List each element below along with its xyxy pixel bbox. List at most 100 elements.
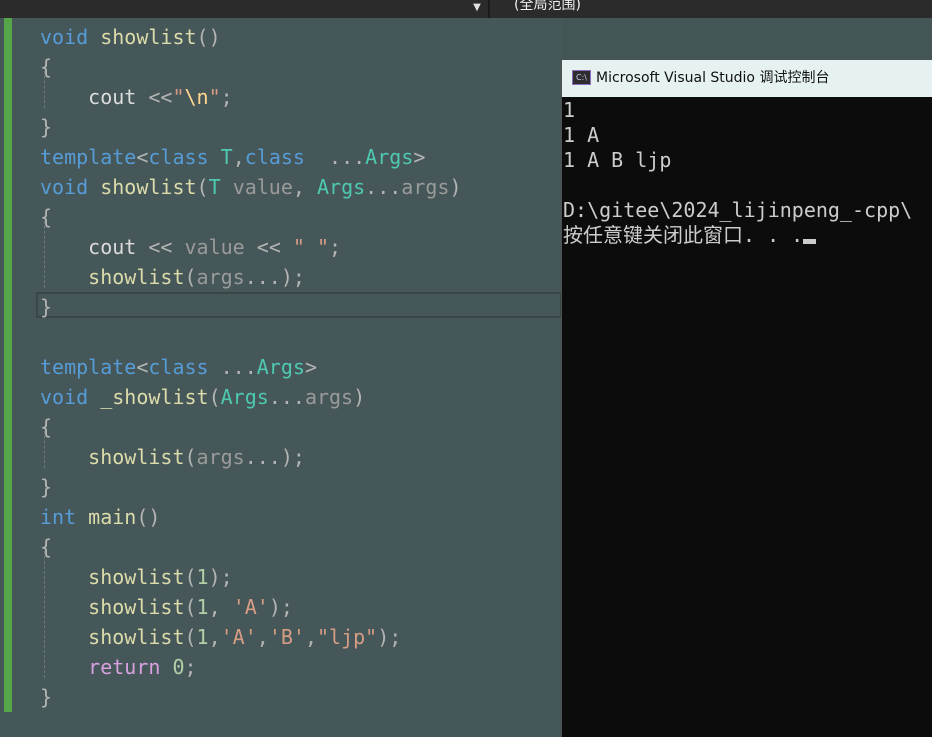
code-line[interactable]: template<class T,class ...Args> [40,142,425,172]
code-token: 'A' [232,595,269,619]
code-token: () [136,505,161,529]
code-line[interactable]: { [40,52,52,82]
code-token: value [232,175,293,199]
code-token: return [88,655,161,679]
code-token: args [196,265,245,289]
code-token: showlist [100,175,197,199]
code-line[interactable]: } [40,292,52,322]
code-token: 'B' [268,625,305,649]
console-title: Microsoft Visual Studio 调试控制台 [596,70,830,86]
code-token: cout [40,235,149,259]
code-token: class [148,355,209,379]
console-output-line: D:\gitee\2024_lijinpeng_-cpp\ [563,198,912,223]
code-token: showlist [88,625,185,649]
code-token: Args [365,145,414,169]
code-token: ; [329,235,342,259]
console-output-text: 1 A B ljp [563,148,672,172]
code-token: << [148,235,173,259]
code-token: , [208,595,233,619]
code-line[interactable]: { [40,412,52,442]
code-line[interactable]: showlist(args...); [40,262,305,292]
scope-dropdown[interactable]: (全局范围) [514,0,581,13]
code-token: T [208,175,221,199]
code-token: ( [184,595,197,619]
console-titlebar[interactable]: C:\ Microsoft Visual Studio 调试控制台 [562,60,932,97]
code-line[interactable]: return 0; [40,652,197,682]
code-line[interactable]: void showlist(T value, Args...args) [40,172,462,202]
code-token: showlist [88,265,185,289]
code-editor[interactable]: void showlist(){ cout <<"\n";} template<c… [0,18,562,737]
code-token: main [88,505,137,529]
console-output-line: 1 [563,98,575,123]
code-token: ( [196,175,209,199]
code-token: < [136,145,149,169]
code-token: cout [40,85,149,109]
code-line[interactable]: showlist(args...); [40,442,305,472]
current-line-highlight [36,292,562,318]
code-token: _showlist [100,385,209,409]
code-token: " " [292,235,330,259]
code-line[interactable]: void showlist() [40,22,221,52]
code-token: } [40,475,53,499]
chevron-down-icon[interactable]: ▼ [470,1,484,15]
code-line[interactable]: void _showlist(Args...args) [40,382,365,412]
code-token: < [136,355,149,379]
code-token: void [40,385,89,409]
code-token: "ljp" [316,625,378,649]
debug-console-window[interactable]: C:\ Microsoft Visual Studio 调试控制台 11 A1 … [561,60,932,737]
code-token: ( [184,625,197,649]
code-line[interactable]: cout << value << " "; [40,232,341,262]
code-token: { [40,415,53,439]
code-token: ( [208,385,221,409]
toolbar-divider [488,0,490,18]
code-line[interactable]: cout <<"\n"; [40,82,233,112]
code-token: ); [268,595,293,619]
code-token: 1 [196,565,209,589]
code-token: ); [208,565,233,589]
text-cursor [803,239,817,244]
code-token: " [172,85,185,109]
code-line[interactable]: } [40,682,52,712]
code-token: ... [365,175,402,199]
code-token: ( [184,265,197,289]
code-token: << [148,85,173,109]
code-token: showlist [100,25,197,49]
code-line[interactable]: { [40,202,52,232]
code-token: template [40,145,137,169]
code-token: args [304,385,354,409]
code-token: 1 [196,595,209,619]
code-line[interactable]: { [40,532,52,562]
code-token: args [196,445,245,469]
code-token: showlist [88,565,185,589]
code-token: ) [353,385,366,409]
code-token: 1 [196,625,209,649]
code-token: { [40,55,53,79]
code-line[interactable]: showlist(1, 'A'); [40,592,293,622]
code-token: ... [268,385,305,409]
code-line[interactable]: int main() [40,502,160,532]
code-token: ... [220,355,257,379]
code-token: showlist [88,595,185,619]
code-token: { [40,535,53,559]
code-line[interactable]: showlist(1,'A','B',"ljp"); [40,622,401,652]
code-line[interactable]: } [40,472,52,502]
code-line[interactable]: template<class ...Args> [40,352,317,382]
code-line[interactable]: } [40,112,52,142]
code-token: 0 [172,655,185,679]
console-output-line: 按任意键关闭此窗口. . . [563,223,817,248]
code-token: ( [184,565,197,589]
code-token: void [40,25,89,49]
code-token: ; [184,655,197,679]
code-line[interactable]: showlist(1); [40,562,233,592]
